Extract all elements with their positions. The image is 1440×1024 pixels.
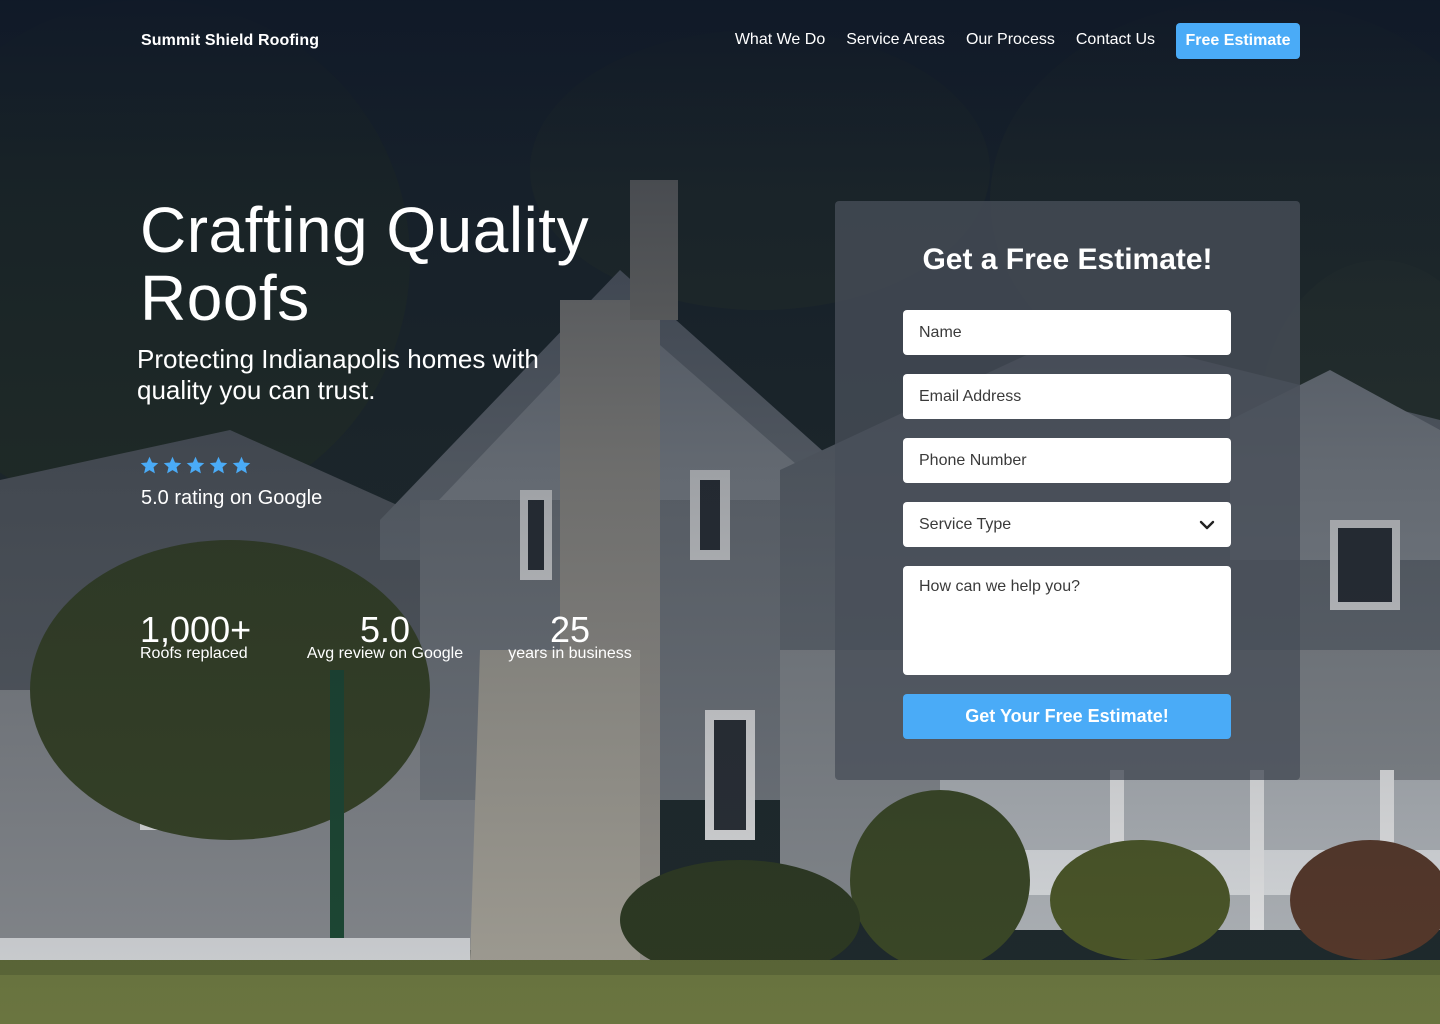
star-icon: [163, 456, 182, 474]
star-icon: [140, 456, 159, 474]
star-icon: [186, 456, 205, 474]
message-placeholder: How can we help you?: [919, 578, 1080, 595]
email-placeholder: Email Address: [919, 387, 1022, 405]
stat-years-in-business: 25 years in business: [502, 610, 638, 664]
estimate-form-panel: Get a Free Estimate! Name Email Address …: [835, 201, 1300, 780]
service-type-value: Service Type: [919, 515, 1012, 533]
brand-logo[interactable]: Summit Shield Roofing: [141, 32, 319, 50]
free-estimate-nav-button[interactable]: Free Estimate: [1176, 23, 1300, 59]
phone-field[interactable]: Phone Number: [903, 438, 1231, 483]
nav-link-contact-us[interactable]: Contact Us: [1076, 31, 1155, 49]
star-icon: [232, 456, 251, 474]
nav-link-what-we-do[interactable]: What We Do: [735, 31, 825, 49]
star-icon: [209, 456, 228, 474]
stat-label: Avg review on Google: [306, 645, 464, 662]
chevron-down-icon: [1199, 520, 1215, 529]
name-placeholder: Name: [919, 323, 962, 341]
hero-subtitle: Protecting Indianapolis homes with quali…: [137, 344, 539, 405]
hero-title: Crafting Quality Roofs: [140, 194, 590, 334]
nav-link-our-process[interactable]: Our Process: [966, 31, 1055, 49]
nav-link-service-areas[interactable]: Service Areas: [846, 31, 945, 49]
stat-avg-review: 5.0 Avg review on Google: [299, 610, 471, 664]
message-textarea[interactable]: How can we help you?: [903, 566, 1231, 675]
top-navigation: Summit Shield Roofing What We Do Service…: [0, 0, 1440, 82]
service-type-select[interactable]: Service Type: [903, 502, 1231, 547]
stat-roofs-replaced: 1,000+ Roofs replaced: [140, 610, 251, 664]
nav-links: What We Do Service Areas Our Process Con…: [735, 31, 1155, 49]
phone-placeholder: Phone Number: [919, 451, 1027, 469]
submit-estimate-button[interactable]: Get Your Free Estimate!: [903, 694, 1231, 739]
rating-stars: [139, 455, 252, 476]
stats-row: 1,000+ Roofs replaced 5.0 Avg review on …: [140, 610, 660, 680]
name-field[interactable]: Name: [903, 310, 1231, 355]
stat-label: Roofs replaced: [140, 645, 248, 662]
rating-text: 5.0 rating on Google: [141, 487, 323, 509]
email-field[interactable]: Email Address: [903, 374, 1231, 419]
stat-label: years in business: [508, 645, 632, 662]
form-title: Get a Free Estimate!: [922, 243, 1213, 276]
